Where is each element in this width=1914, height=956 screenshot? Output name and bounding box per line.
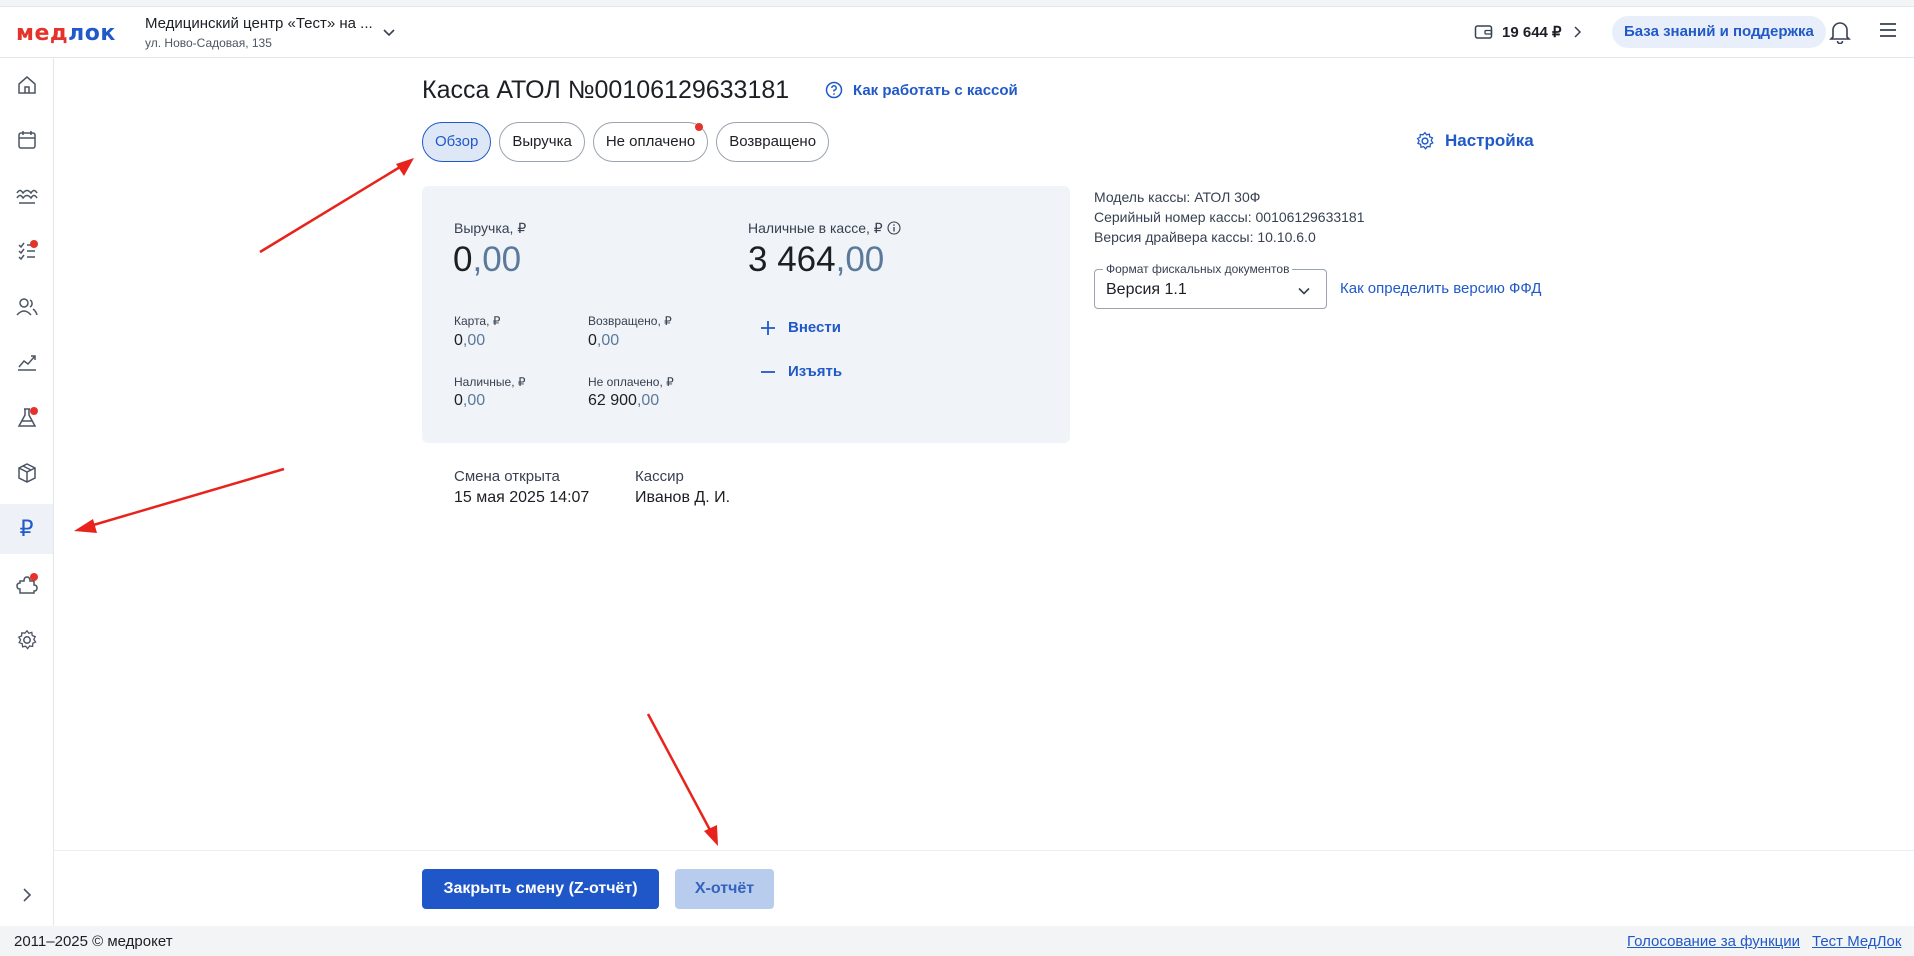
wallet-icon [1474, 25, 1493, 39]
gear-icon [1416, 131, 1434, 150]
balance-widget[interactable]: 19 644 ₽ [1474, 20, 1584, 44]
shift-opened-value: 15 мая 2025 14:07 [454, 489, 590, 506]
bell-icon[interactable] [1829, 20, 1851, 44]
sidebar-expand-button[interactable] [0, 870, 53, 920]
tab-overview[interactable]: Обзор [422, 122, 492, 162]
tab-unpaid-label: Не оплачено [605, 133, 696, 150]
unpaid-label: Не оплачено, ₽ [588, 375, 674, 389]
deposit-label: Внести [788, 319, 841, 336]
calendar-icon [17, 131, 36, 149]
chevron-down-icon [1298, 287, 1310, 295]
top-header: медлок Медицинский центр «Тест» на ... у… [0, 7, 1914, 58]
patients-icon [15, 298, 38, 316]
sidebar-item-analytics[interactable] [0, 337, 53, 387]
ffd-help-link[interactable]: Как определить версию ФФД [1340, 280, 1541, 297]
tab-returned[interactable]: Возвращено [716, 122, 830, 162]
cashbox-tabs: Обзор Выручка Не оплачено Возвращено [422, 122, 830, 162]
page-title: Касса АТОЛ №00106129633181 [422, 76, 790, 104]
shift-opened: Смена открыта 15 мая 2025 14:07 [454, 468, 589, 507]
sidebar-item-warehouse[interactable] [0, 448, 53, 498]
notification-dot [695, 123, 704, 131]
minus-icon [761, 370, 775, 373]
help-circle-icon [825, 81, 843, 99]
cashier-value: Иванов Д. И. [635, 489, 731, 506]
knowledge-base-button[interactable]: База знаний и поддержка [1612, 16, 1826, 48]
test-medlok-link[interactable]: Тест МедЛок [1812, 933, 1901, 950]
annotation-arrow-to-overview-tab [259, 158, 414, 254]
sidebar-nav: ₽ [0, 58, 54, 926]
revenue-value: 0,00 [453, 240, 522, 279]
info-icon[interactable] [887, 221, 901, 235]
cash-value: 0,00 [454, 392, 486, 409]
chevron-down-icon[interactable] [381, 24, 397, 40]
gear-icon [17, 629, 37, 650]
returned-label: Возвращено, ₽ [588, 314, 672, 328]
howto-link-label: Как работать с кассой [853, 81, 1018, 99]
x-report-button[interactable]: Х-отчёт [675, 869, 774, 909]
ffd-version-value: Версия 1.1 [1106, 281, 1187, 298]
cash-in-register-value: 3 464,00 [748, 240, 885, 279]
settings-link[interactable]: Настройка [1415, 131, 1534, 151]
register-driver: Версия драйвера кассы: 10.10.6.0 [1094, 229, 1316, 245]
tab-revenue[interactable]: Выручка [499, 122, 585, 162]
ffd-version-select[interactable]: Формат фискальных документов Версия 1.1 [1094, 262, 1327, 309]
tab-unpaid[interactable]: Не оплачено [592, 122, 709, 162]
notification-dot [30, 407, 38, 415]
annotation-arrow-to-cashbox-nav [74, 467, 285, 533]
menu-icon[interactable] [1878, 21, 1898, 39]
cashbox-icon: ₽ [19, 516, 34, 542]
notification-dot [30, 573, 38, 581]
sidebar-item-home[interactable] [0, 60, 53, 110]
warehouse-icon [17, 463, 36, 483]
sidebar-item-schedule[interactable] [0, 115, 53, 165]
settings-label: Настройка [1445, 131, 1534, 150]
annotation-arrows [74, 158, 718, 846]
revenue-label: Выручка, ₽ [454, 220, 527, 236]
home-icon [17, 76, 36, 94]
sidebar-item-integrations[interactable] [0, 559, 53, 609]
returned-value: 0,00 [588, 332, 620, 349]
clinic-address: ул. Ново-Садовая, 135 [145, 36, 272, 50]
notification-dot [30, 240, 38, 248]
register-info: Модель кассы: АТОЛ 30Ф Серийный номер ка… [1094, 187, 1365, 247]
register-serial: Серийный номер кассы: 00106129633181 [1094, 209, 1365, 225]
card-label: Карта, ₽ [454, 314, 501, 328]
withdraw-button[interactable]: Изъять [760, 363, 842, 380]
annotation-arrow-to-x-report [646, 713, 718, 846]
clinic-name: Медицинский центр «Тест» на ... [145, 15, 373, 32]
withdraw-label: Изъять [788, 363, 843, 380]
close-shift-button[interactable]: Закрыть смену (Z-отчёт) [422, 869, 659, 909]
page-footer: 2011–2025 © медрокет Голосование за функ… [0, 926, 1914, 956]
card-value: 0,00 [454, 332, 486, 349]
analytics-icon [17, 355, 36, 371]
cash-label: Наличные, ₽ [454, 375, 526, 389]
sidebar-item-patients[interactable] [0, 282, 53, 332]
sidebar-item-settings[interactable] [0, 615, 53, 665]
howto-link[interactable]: Как работать с кассой [825, 81, 1018, 99]
sidebar-item-cashbox[interactable]: ₽ [0, 504, 53, 554]
sidebar-item-tasks[interactable] [0, 226, 53, 276]
deposit-button[interactable]: Внести [760, 319, 841, 336]
chevron-right-icon [22, 888, 31, 902]
action-bar [54, 850, 1914, 926]
summary-card: Выручка, ₽ 0,00 Наличные в кассе, ₽ 3 46… [422, 186, 1070, 443]
balance-value: 19 644 ₽ [1502, 24, 1562, 41]
ffd-version-label: Формат фискальных документов [1103, 262, 1293, 276]
cashier-label: Кассир [635, 468, 684, 485]
plus-icon [761, 320, 775, 335]
unpaid-value: 62 900,00 [588, 392, 660, 409]
shift-opened-label: Смена открыта [454, 468, 560, 485]
copyright: 2011–2025 © медрокет [14, 933, 173, 950]
register-model: Модель кассы: АТОЛ 30Ф [1094, 189, 1261, 205]
window-top-strip [0, 0, 1914, 7]
shift-cashier: Кассир Иванов Д. И. [635, 468, 730, 507]
sidebar-item-services[interactable] [0, 171, 53, 221]
cash-in-register-label: Наличные в кассе, ₽ [748, 220, 901, 237]
medlok-logo[interactable]: медлок [16, 21, 116, 46]
vote-link[interactable]: Голосование за функции [1627, 933, 1800, 950]
chevron-right-icon [1574, 26, 1581, 38]
clinic-selector[interactable]: Медицинский центр «Тест» на ... ул. Ново… [145, 15, 373, 50]
sidebar-item-lab[interactable] [0, 393, 53, 443]
services-icon [15, 189, 38, 204]
